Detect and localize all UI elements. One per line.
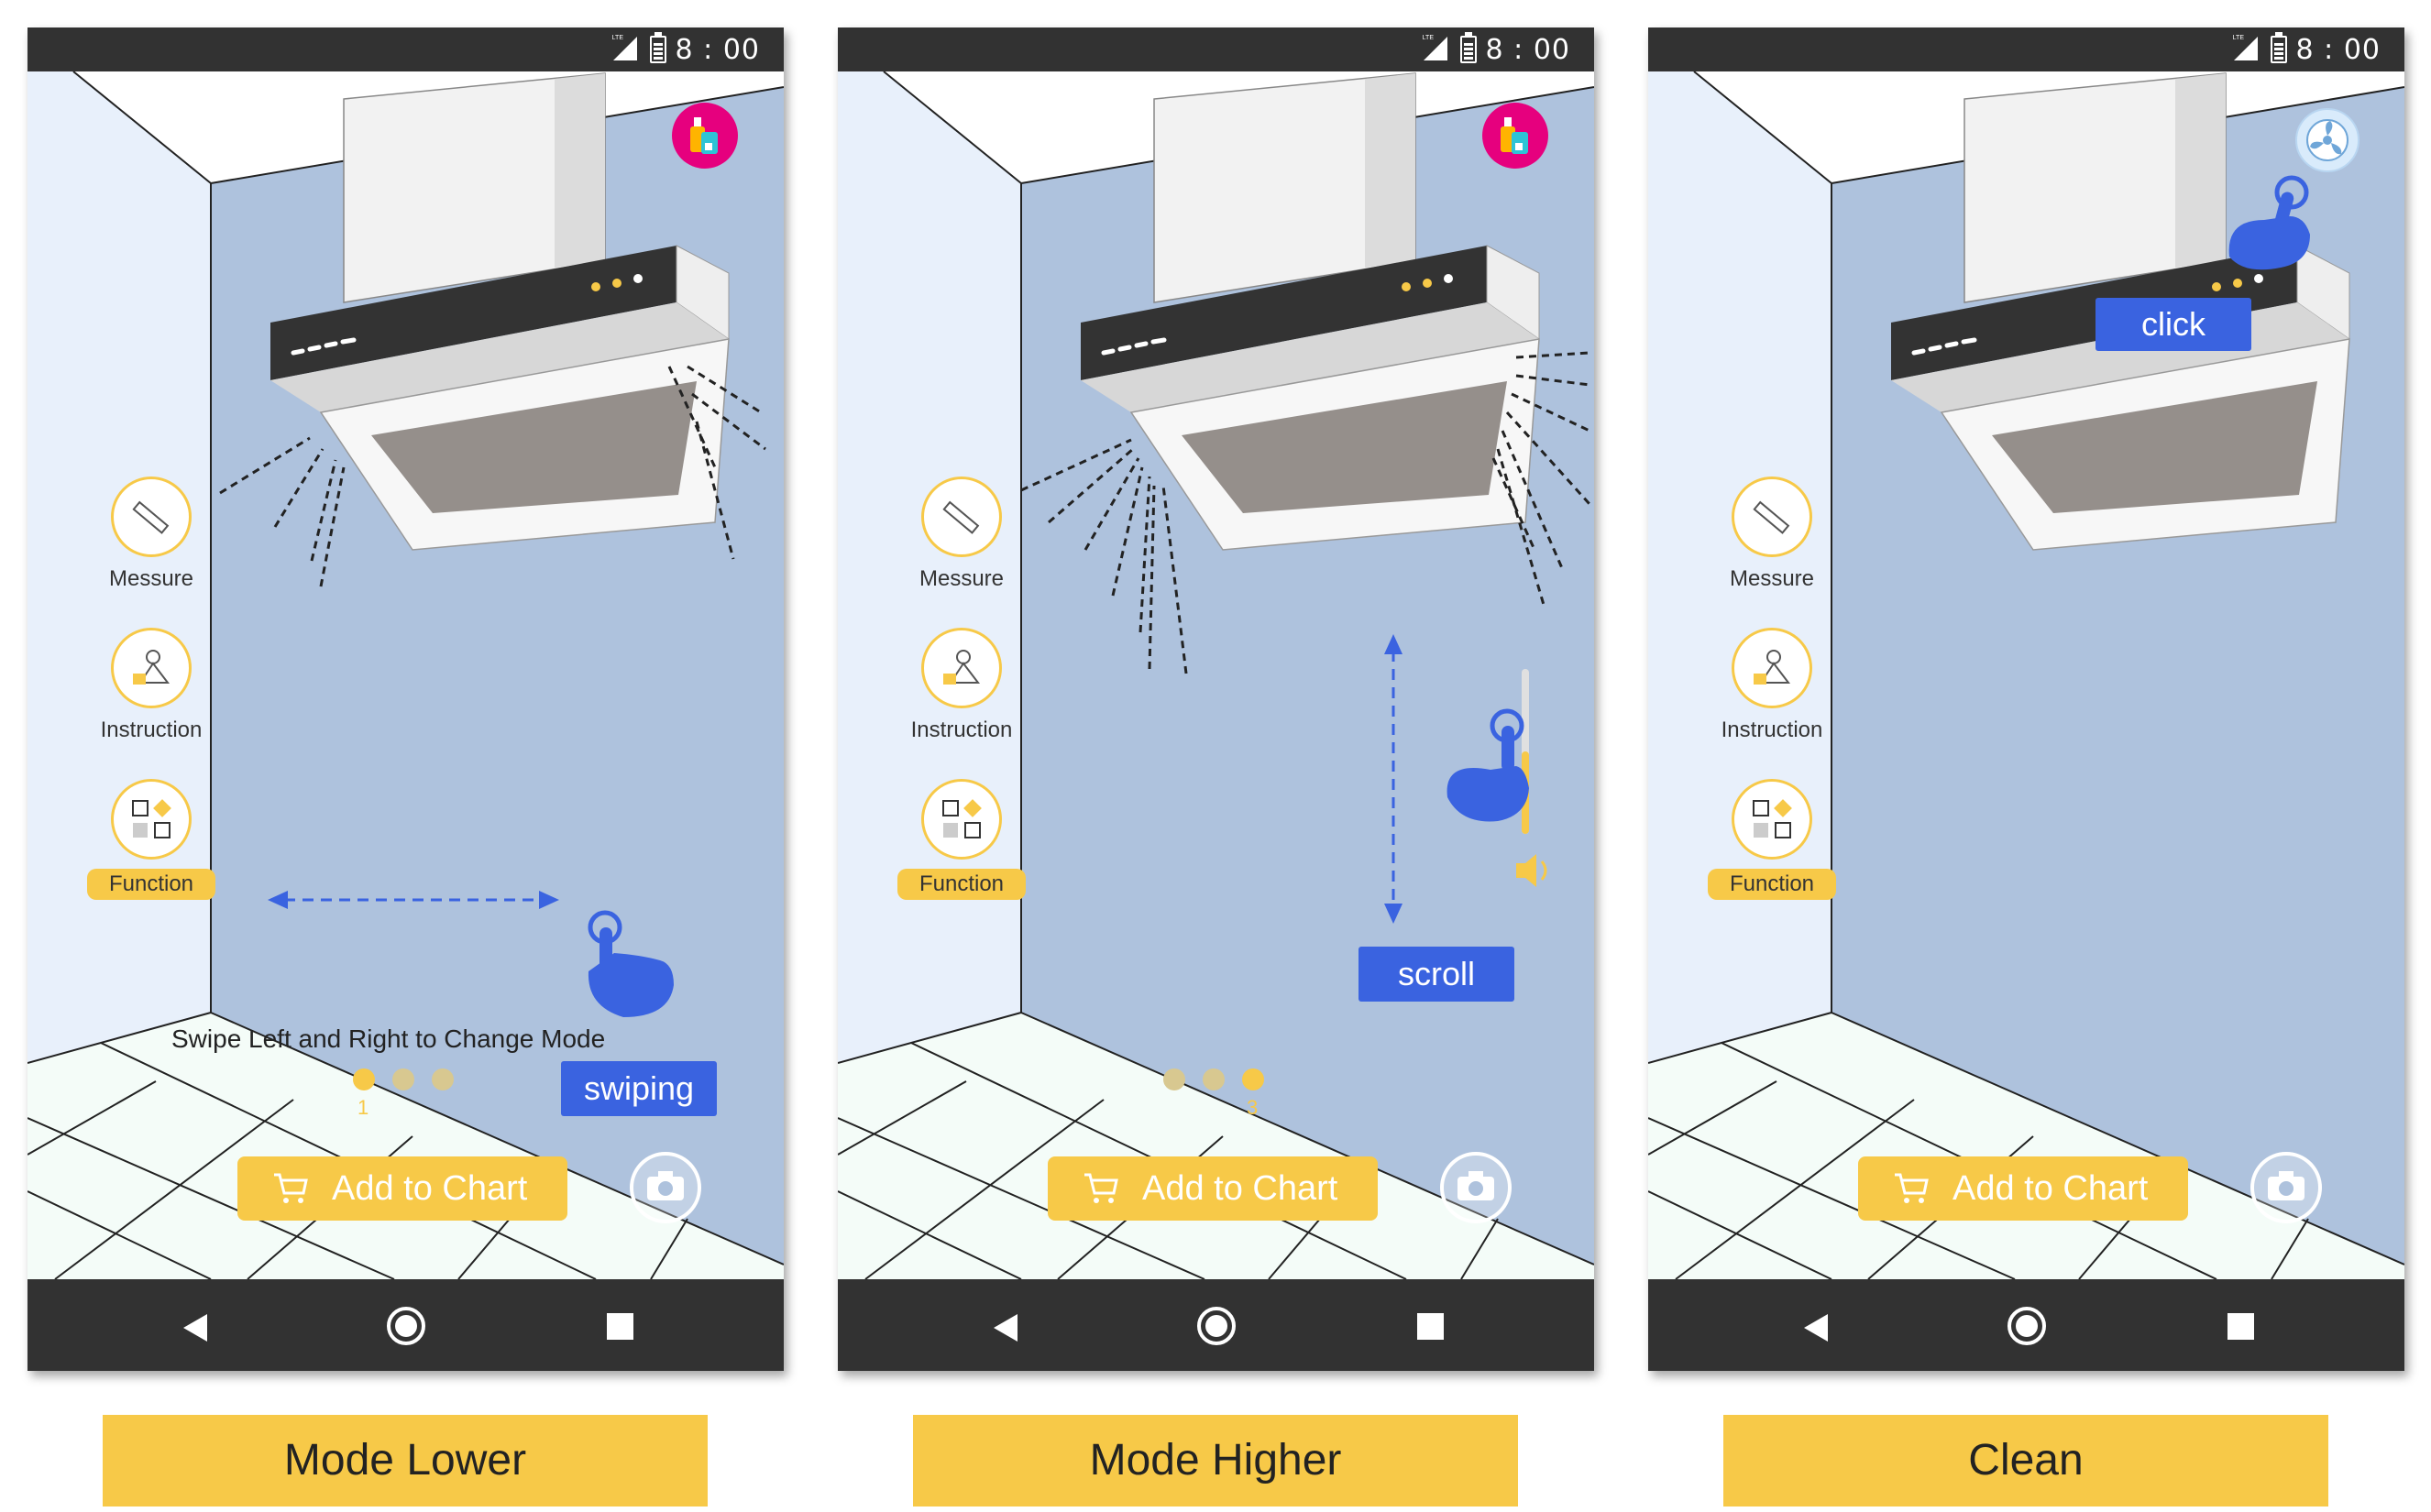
tool-messure[interactable]: Messure [893, 477, 1030, 592]
tool-messure[interactable]: Messure [82, 477, 220, 592]
recents-icon[interactable] [607, 1313, 633, 1340]
ruler-icon [111, 477, 192, 557]
fan-clean-icon[interactable] [2295, 108, 2360, 172]
phone-screen-mode-higher: LTE 8 : 00 Messure Instruction Function … [838, 27, 1594, 1371]
signal-icon [1424, 37, 1447, 60]
phone-screen-clean: LTE 8 : 00 Messure Instruction Function … [1648, 27, 2404, 1371]
page-dot[interactable] [1203, 1068, 1225, 1090]
instruction-icon [111, 628, 192, 708]
add-to-chart-button[interactable]: Add to Chart [237, 1156, 567, 1221]
caption-clean: Clean [1723, 1415, 2328, 1507]
scroll-label: scroll [1358, 947, 1514, 1002]
status-bar: LTE 8 : 00 [28, 27, 784, 71]
recents-icon[interactable] [2228, 1313, 2254, 1340]
camera-button[interactable] [2250, 1152, 2322, 1223]
signal-icon [613, 37, 637, 60]
battery-icon [650, 32, 666, 63]
add-to-chart-button[interactable]: Add to Chart [1858, 1156, 2188, 1221]
tool-function[interactable]: Function [1703, 779, 1841, 900]
page-dot-active[interactable] [1242, 1068, 1264, 1090]
navigation-bar [1648, 1279, 2404, 1371]
status-time: 8 : 00 [1485, 34, 1570, 66]
status-time: 8 : 00 [675, 34, 760, 66]
battery-icon [1460, 32, 1477, 63]
back-icon[interactable] [183, 1314, 207, 1342]
cart-icon [1084, 1173, 1118, 1203]
caption-mode-lower: Mode Lower [103, 1415, 708, 1507]
navigation-bar [28, 1279, 784, 1371]
back-icon[interactable] [994, 1314, 1018, 1342]
tool-label: Messure [918, 566, 1005, 591]
page-dot[interactable] [1163, 1068, 1185, 1090]
page-dot[interactable] [392, 1068, 414, 1090]
function-grid-icon [1732, 779, 1812, 860]
caption-mode-higher: Mode Higher [913, 1415, 1518, 1507]
navigation-bar [838, 1279, 1594, 1371]
tool-instruction[interactable]: Instruction [82, 628, 220, 743]
status-bar: LTE 8 : 00 [1648, 27, 2404, 71]
swiping-label: swiping [561, 1061, 717, 1116]
tool-label-active: Function [86, 869, 216, 900]
tool-instruction[interactable]: Instruction [1703, 628, 1841, 743]
camera-icon [2268, 1171, 2304, 1200]
tool-instruction[interactable]: Instruction [893, 628, 1030, 743]
instruction-icon [1732, 628, 1812, 708]
instruction-icon [921, 628, 1002, 708]
tool-label: Messure [1729, 566, 1815, 591]
home-icon[interactable] [2008, 1307, 2046, 1345]
status-time: 8 : 00 [2295, 34, 2381, 66]
signal-icon [2234, 37, 2258, 60]
cart-icon [274, 1173, 308, 1203]
add-to-chart-label: Add to Chart [332, 1169, 528, 1208]
tool-label: Instruction [1721, 718, 1823, 742]
add-to-chart-button[interactable]: Add to Chart [1048, 1156, 1378, 1221]
ruler-icon [921, 477, 1002, 557]
ruler-icon [1732, 477, 1812, 557]
detergent-bottles-icon[interactable] [672, 103, 738, 169]
page-dot-active[interactable] [353, 1068, 375, 1090]
detergent-bottles-icon[interactable] [1482, 103, 1548, 169]
function-grid-icon [111, 779, 192, 860]
swipe-hint: Swipe Left and Right to Change Mode [171, 1024, 606, 1053]
phone-screen-mode-lower: LTE 8 : 00 Messure Instruction Function … [28, 27, 784, 1371]
back-icon[interactable] [1804, 1314, 1828, 1342]
add-to-chart-label: Add to Chart [1142, 1169, 1338, 1208]
click-label: click [2096, 298, 2251, 351]
page-dot[interactable] [432, 1068, 454, 1090]
status-bar: LTE 8 : 00 [838, 27, 1594, 71]
camera-icon [647, 1171, 684, 1200]
camera-button[interactable] [1440, 1152, 1512, 1223]
function-grid-icon [921, 779, 1002, 860]
home-icon[interactable] [1197, 1307, 1236, 1345]
page-number: 3 [1247, 1096, 1259, 1119]
tool-label: Messure [108, 566, 194, 591]
tool-label: Instruction [100, 718, 203, 742]
tool-label: Instruction [910, 718, 1013, 742]
camera-button[interactable] [630, 1152, 701, 1223]
tool-label-active: Function [1707, 869, 1837, 900]
battery-icon [2271, 32, 2287, 63]
page-number: 1 [358, 1096, 369, 1119]
cart-icon [1895, 1173, 1929, 1203]
add-to-chart-label: Add to Chart [1952, 1169, 2149, 1208]
tool-messure[interactable]: Messure [1703, 477, 1841, 592]
tool-function[interactable]: Function [893, 779, 1030, 900]
recents-icon[interactable] [1417, 1313, 1444, 1340]
tool-label-active: Function [896, 869, 1027, 900]
home-icon[interactable] [387, 1307, 425, 1345]
camera-icon [1458, 1171, 1494, 1200]
tool-function[interactable]: Function [82, 779, 220, 900]
